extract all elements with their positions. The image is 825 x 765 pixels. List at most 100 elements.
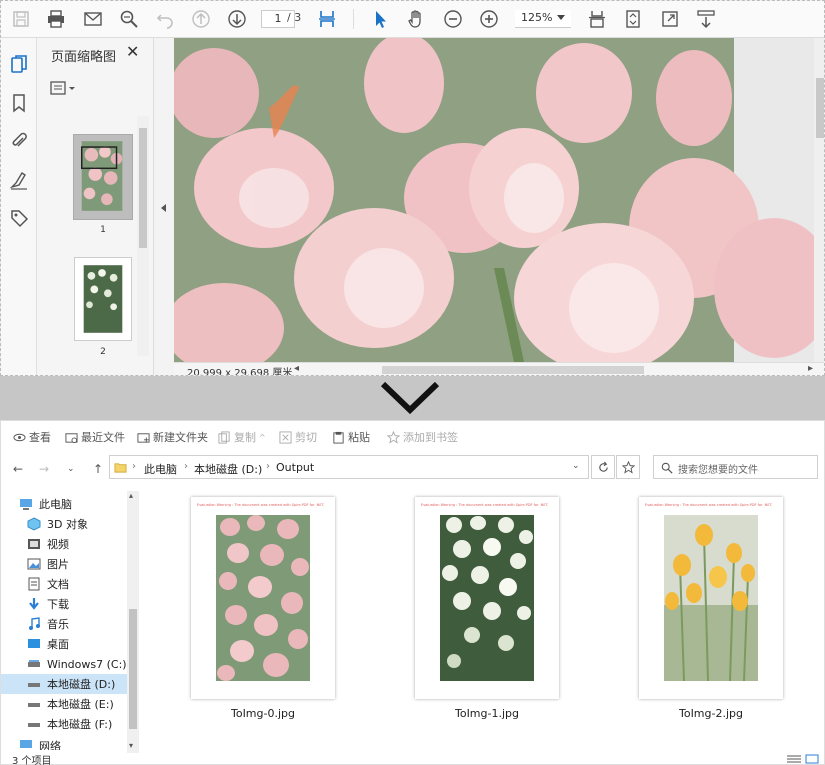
copy-button[interactable]: 复制 ^ [218,429,266,445]
search-input[interactable]: 搜索您想要的文件 [653,455,818,479]
watermark-text: Evaluation Warning : The document was cr… [421,503,549,507]
nav-item-drive-f[interactable]: 本地磁盘 (F:) [1,714,127,734]
zoom-out-icon[interactable] [440,7,466,31]
paste-button[interactable]: 粘贴 [332,429,370,445]
thumbnail-scrollbar[interactable] [137,116,149,356]
breadcrumb-item[interactable]: 本地磁盘 (D:) [194,461,262,477]
file-name: ToImg-0.jpg [230,707,295,720]
nav-item-pictures[interactable]: 图片 [1,554,127,574]
chevron-down-icon[interactable] [557,15,565,20]
tulip-photo [174,38,814,362]
chevron-down-icon[interactable]: ⌄ [67,464,75,474]
page-vertical-scrollbar[interactable] [814,38,824,362]
breadcrumb-item[interactable]: Output [276,461,314,474]
page-total: / 3 [287,11,302,24]
up-arrow-icon[interactable]: ↑ [93,462,103,476]
zoom-in-icon[interactable] [476,7,502,31]
left-rail [1,38,37,375]
watermark-text: Evaluation Warning : The document was cr… [197,503,325,507]
nav-item-label: 桌面 [47,638,69,651]
document-icon [28,577,40,591]
view-button[interactable]: 查看 [13,429,51,445]
nav-item-music[interactable]: 音乐 [1,614,127,634]
download-icon [29,598,39,610]
fit-page-icon[interactable] [314,7,340,31]
network-icon [20,740,32,748]
toolbar-divider [353,9,354,29]
nav-item-network[interactable]: 网络 [1,738,127,750]
cube-icon [27,517,41,531]
nav-item-drive-e[interactable]: 本地磁盘 (E:) [1,694,127,714]
nav-item-drive-d[interactable]: 本地磁盘 (D:) [1,674,127,694]
nav-item-desktop[interactable]: 桌面 [1,634,127,654]
tag-icon[interactable] [7,206,31,230]
chevron-down-icon [380,381,440,415]
nav-item-label: Windows7 (C:) [47,657,127,671]
music-icon [29,617,40,630]
page-thumbnail-2[interactable] [74,257,132,341]
nav-item-videos[interactable]: 视频 [1,534,127,554]
nav-item-label: 本地磁盘 (D:) [47,678,116,691]
forward-arrow-icon[interactable]: → [39,462,49,476]
nav-item-3d-objects[interactable]: 3D 对象 [1,514,127,534]
undo-icon[interactable] [152,7,178,31]
fit-width-icon[interactable] [584,7,610,31]
chevron-down-icon[interactable]: ⌄ [572,461,580,471]
item-count: 3 个项目 [12,756,52,765]
pages-icon[interactable] [7,52,31,76]
scroll-up-icon[interactable]: ▴ [129,491,133,500]
select-cursor-icon[interactable] [367,7,393,31]
attachment-icon[interactable] [7,129,31,153]
save-icon[interactable] [8,7,34,31]
panel-collapse-handle[interactable] [154,38,174,375]
scroll-down-icon[interactable]: ▾ [129,741,133,750]
breadcrumb-separator: › [184,461,188,472]
close-icon[interactable]: ✕ [126,44,139,60]
back-arrow-icon[interactable]: ← [13,462,23,476]
download-tool-icon[interactable] [693,7,719,31]
nav-item-this-pc[interactable]: 此电脑 [1,494,127,514]
thumbnail-panel-title: 页面缩略图 [51,50,117,65]
scroll-left-icon[interactable]: ◂ [294,363,299,374]
add-bookmark-button[interactable]: 添加到书签 [387,429,458,445]
horizontal-scrollbar[interactable] [382,366,644,374]
refresh-icon [599,461,608,472]
nav-item-drive-c[interactable]: Windows7 (C:) [1,654,127,674]
view-label: 查看 [29,431,51,444]
thumbnail-options-icon[interactable] [49,80,81,98]
signature-icon[interactable] [7,168,31,192]
address-bar[interactable]: › 此电脑 › 本地磁盘 (D:) › Output ⌄ [109,455,589,479]
navigation-scrollbar[interactable]: ▴ ▾ [127,491,139,753]
transition-separator [0,376,825,420]
nav-item-label: 本地磁盘 (F:) [47,718,113,731]
drive-icon [28,683,40,687]
fullscreen-icon[interactable] [657,7,683,31]
print-icon[interactable] [43,7,69,31]
thumbnail-label: 2 [100,347,106,357]
white-tulip-image [440,515,534,681]
page-thumbnail-1[interactable] [73,134,133,220]
navigation-pane: 此电脑 3D 对象 视频 图片 文档 下载 音乐 桌面 Windows7 (C:… [1,491,141,753]
prev-page-icon[interactable] [188,7,214,31]
bookmark-icon[interactable] [7,91,31,115]
details-view-icon[interactable] [787,754,801,764]
refresh-button[interactable] [591,455,615,479]
mail-icon[interactable] [80,7,106,31]
nav-item-downloads[interactable]: 下载 [1,594,127,614]
favorite-button[interactable] [616,455,640,479]
scroll-right-icon[interactable]: ▸ [808,363,813,374]
zoom-search-icon[interactable] [116,7,142,31]
nav-item-documents[interactable]: 文档 [1,574,127,594]
hand-icon[interactable] [403,7,429,31]
breadcrumb-item[interactable]: 此电脑 [144,461,177,477]
cut-button[interactable]: 剪切 [279,429,317,445]
rotate-page-icon[interactable] [620,7,646,31]
search-icon [661,462,673,474]
recent-files-button[interactable]: 最近文件 [65,429,125,445]
new-folder-button[interactable]: 新建文件夹 [137,429,208,445]
pdf-page-canvas[interactable] [174,38,814,362]
large-icons-view-icon[interactable] [805,754,819,764]
eye-icon [13,433,26,441]
next-page-icon[interactable] [224,7,250,31]
drive-icon [28,703,40,707]
